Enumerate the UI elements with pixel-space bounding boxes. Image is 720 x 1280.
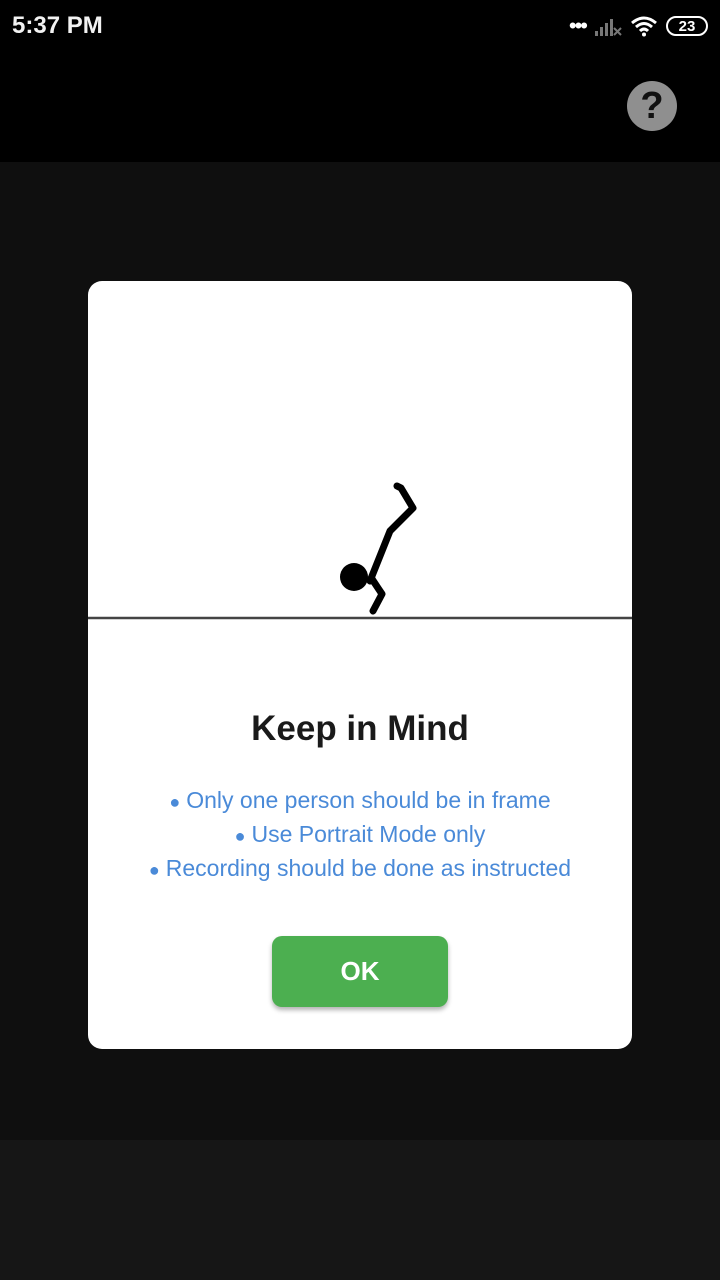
tip-item: ● Recording should be done as instructed xyxy=(88,852,632,886)
more-dots-icon: ••• xyxy=(568,13,588,38)
tips-list: ● Only one person should be in frame ● Use… xyxy=(88,784,632,886)
bullet-icon: ● xyxy=(148,860,160,880)
app-screen: 5:37 PM ••• 23 ? Keep in Mind ● Only one… xyxy=(0,0,720,1280)
battery-icon: 23 xyxy=(666,16,708,36)
wifi-icon xyxy=(631,16,657,37)
bullet-icon: ● xyxy=(234,826,246,846)
handstand-illustration xyxy=(88,482,632,620)
help-button[interactable]: ? xyxy=(627,81,677,131)
keep-in-mind-dialog: Keep in Mind ● Only one person should be … xyxy=(88,281,632,1049)
dialog-title: Keep in Mind xyxy=(251,709,469,748)
status-bar: 5:37 PM ••• 23 xyxy=(0,0,720,52)
app-toolbar: ? xyxy=(0,52,720,162)
tip-text: Only one person should be in frame xyxy=(186,787,551,813)
status-time: 5:37 PM xyxy=(12,12,103,39)
ok-button[interactable]: OK xyxy=(272,936,448,1007)
tip-text: Use Portrait Mode only xyxy=(251,821,486,847)
signal-icon xyxy=(595,19,622,36)
bottom-panel xyxy=(0,1140,720,1280)
help-icon: ? xyxy=(640,84,664,127)
bullet-icon: ● xyxy=(169,792,181,812)
status-icons: ••• 23 xyxy=(569,12,708,40)
tip-item: ● Use Portrait Mode only xyxy=(88,818,632,852)
tip-text: Recording should be done as instructed xyxy=(165,855,572,881)
stick-figure-head xyxy=(340,563,368,591)
tip-item: ● Only one person should be in frame xyxy=(88,784,632,818)
battery-level: 23 xyxy=(678,17,696,35)
stick-figure xyxy=(366,482,417,615)
